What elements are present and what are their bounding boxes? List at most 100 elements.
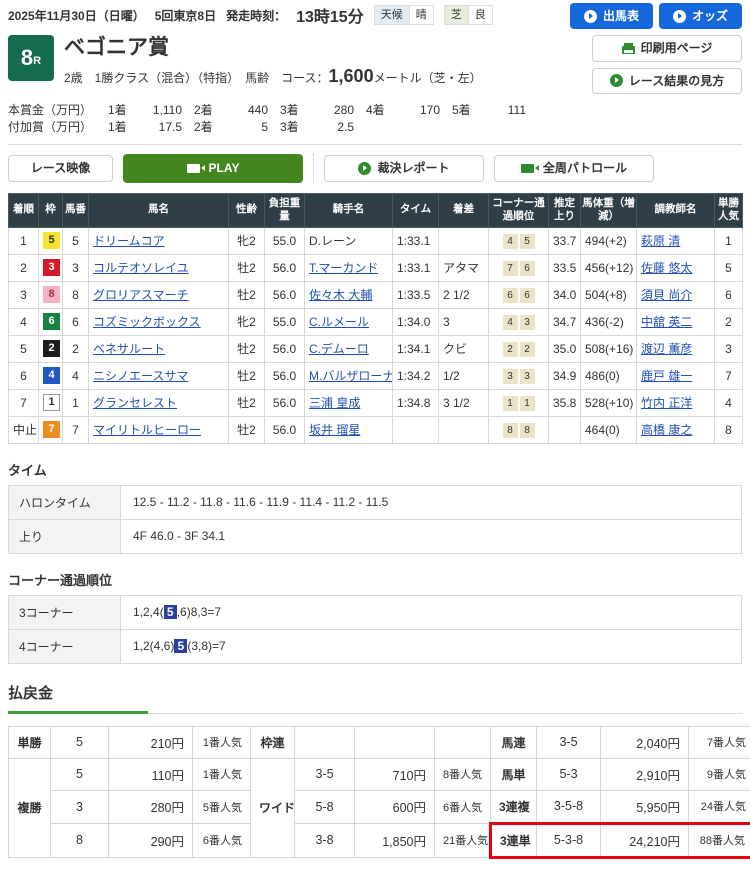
payout-favorite: 21番人気 bbox=[435, 823, 491, 857]
payout-favorite: 6番人気 bbox=[193, 823, 251, 857]
col-header-jockey: 騎手名 bbox=[305, 193, 393, 227]
race-date: 2025年11月30日（日曜） bbox=[8, 7, 145, 24]
jockey-name-link[interactable]: 三浦 皇成 bbox=[309, 396, 360, 410]
corner-pos: 1 bbox=[503, 396, 518, 411]
arrow-circle-icon bbox=[673, 10, 686, 23]
payout-amount: 110円 bbox=[109, 758, 193, 790]
horse-name-link[interactable]: ニシノエースサマ bbox=[93, 369, 188, 383]
col-header-time: タイム bbox=[393, 193, 439, 227]
corner-order-cell: 11 bbox=[489, 389, 549, 416]
horse-number: 6 bbox=[63, 308, 89, 335]
horse-name-link[interactable]: マイリトルヒーロー bbox=[93, 423, 201, 437]
topbar: 2025年11月30日（日曜） 5回東京8日 発走時刻： 13時15分 天候晴 … bbox=[8, 0, 742, 31]
horse-number: 3 bbox=[63, 254, 89, 281]
guide-button-label: レース結果の見方 bbox=[629, 74, 724, 88]
sex-age: 牝2 bbox=[229, 227, 265, 254]
corner-pos: 3 bbox=[503, 369, 518, 384]
jockey-name-link[interactable]: 佐々木 大輔 bbox=[309, 288, 372, 302]
main-prize-row: 本賞金（万円） 1着1,110 2着440 3着280 4着170 5着111 bbox=[8, 102, 742, 119]
corner-order-cell: 76 bbox=[489, 254, 549, 281]
horse-name-link[interactable]: グランセレスト bbox=[93, 396, 177, 410]
race-video-button[interactable]: レース映像 bbox=[8, 155, 113, 181]
corner-order-text: (3,8)=7 bbox=[187, 639, 225, 653]
race-header-buttons: 印刷用ページ レース結果の見方 bbox=[592, 35, 742, 94]
margin-cell: 3 1/2 bbox=[439, 389, 489, 416]
horse-name-link[interactable]: グロリアスマーチ bbox=[93, 288, 189, 302]
payout-favorite: 8番人気 bbox=[435, 758, 491, 790]
col-header-frame: 枠 bbox=[39, 193, 63, 227]
horse-name-link[interactable]: ベネサルート bbox=[93, 342, 165, 356]
margin-cell: 1/2 bbox=[439, 362, 489, 389]
jockey-cell: 三浦 皇成 bbox=[305, 389, 393, 416]
trainer-name-link[interactable]: 竹内 正洋 bbox=[641, 396, 692, 410]
race-video-label: レース映像 bbox=[31, 161, 90, 175]
prize-place: 1着 bbox=[108, 102, 136, 119]
trainer-name-link[interactable]: 中舘 英二 bbox=[641, 315, 692, 329]
furlong-time-row: ハロンタイム 12.5 - 11.2 - 11.8 - 11.6 - 11.9 … bbox=[9, 485, 742, 519]
prize-place: 2着 bbox=[194, 102, 222, 119]
result-guide-button[interactable]: レース結果の見方 bbox=[592, 68, 742, 94]
weather-label: 天候 bbox=[374, 5, 409, 25]
col-header-margin: 着差 bbox=[439, 193, 489, 227]
col-header-finish: 着順 bbox=[9, 193, 39, 227]
prize-place: 3着 bbox=[280, 119, 308, 136]
patrol-video-button[interactable]: 全周パトロール bbox=[494, 155, 654, 181]
horse-number: 2 bbox=[63, 335, 89, 362]
prize-place: 1着 bbox=[108, 119, 136, 136]
payout-section-title: 払戻金 bbox=[8, 682, 742, 703]
jockey-name-link[interactable]: T.マーカンド bbox=[309, 261, 378, 275]
frame-badge: 4 bbox=[43, 367, 60, 384]
winner-highlight: 5 bbox=[174, 639, 187, 653]
jockey-name-link[interactable]: M.バルザローナ bbox=[309, 369, 393, 383]
trainer-name-link[interactable]: 佐藤 悠太 bbox=[641, 261, 692, 275]
trainer-name-link[interactable]: 萩原 清 bbox=[641, 234, 680, 248]
horse-cell: コルテオソレイユ bbox=[89, 254, 229, 281]
time-cell: 1:33.1 bbox=[393, 227, 439, 254]
corner-pos: 6 bbox=[503, 288, 518, 303]
corner-order-cell: 22 bbox=[489, 335, 549, 362]
start-time: 13時15分 bbox=[296, 3, 364, 27]
payout-amount: 210円 bbox=[109, 726, 193, 758]
time-table: ハロンタイム 12.5 - 11.2 - 11.8 - 11.6 - 11.9 … bbox=[8, 485, 742, 554]
turf-label: 芝 bbox=[444, 5, 468, 25]
payout-row-highlighted: 8 290円 6番人気 3-8 1,850円 21番人気 3連単 5-3-8 2… bbox=[9, 823, 750, 857]
jockey-cell: 坂井 瑠星 bbox=[305, 416, 393, 443]
added-prize-label: 付加賞（万円） bbox=[8, 119, 96, 136]
horse-name-link[interactable]: コルテオソレイユ bbox=[93, 261, 189, 275]
trainer-name-link[interactable]: 渡辺 薫彦 bbox=[641, 342, 692, 356]
jockey-name-link[interactable]: 坂井 瑠星 bbox=[309, 423, 360, 437]
print-page-button[interactable]: 印刷用ページ bbox=[592, 35, 742, 61]
margin-cell: 2 1/2 bbox=[439, 281, 489, 308]
carried-weight: 56.0 bbox=[265, 281, 305, 308]
horse-name-link[interactable]: ドリームコア bbox=[93, 234, 165, 248]
carried-weight: 56.0 bbox=[265, 389, 305, 416]
jockey-name-link[interactable]: C.ルメール bbox=[309, 315, 369, 329]
entries-button[interactable]: 出馬表 bbox=[570, 3, 653, 29]
stewards-report-button[interactable]: 裁決レポート bbox=[324, 155, 484, 181]
race-title: ベゴニア賞 bbox=[64, 35, 482, 60]
corner-pos: 4 bbox=[503, 315, 518, 330]
corner-pos: 2 bbox=[520, 342, 535, 357]
bet-type-fukusho: 複勝 bbox=[9, 758, 51, 857]
payout-combination: 8 bbox=[51, 823, 109, 857]
jockey-cell: C.デムーロ bbox=[305, 335, 393, 362]
body-weight-cell: 464(0) bbox=[581, 416, 637, 443]
meeting-info: 5回東京8日 bbox=[155, 7, 216, 24]
payout-amount: 24,210円 bbox=[601, 823, 689, 857]
trainer-name-link[interactable]: 須貝 尚介 bbox=[641, 288, 692, 302]
trainer-name-link[interactable]: 鹿戸 雄一 bbox=[641, 369, 692, 383]
sex-age: 牡2 bbox=[229, 254, 265, 281]
prize-amount: 17.5 bbox=[136, 119, 182, 136]
horse-number: 8 bbox=[63, 281, 89, 308]
turf-condition-badge: 芝良 bbox=[444, 5, 493, 25]
trainer-name-link[interactable]: 高橋 康之 bbox=[641, 423, 692, 437]
frame-badge: 2 bbox=[43, 340, 60, 357]
payout-favorite: 1番人気 bbox=[193, 758, 251, 790]
prize-amount: 5 bbox=[222, 119, 268, 136]
frame-cell: 1 bbox=[39, 389, 63, 416]
odds-button[interactable]: オッズ bbox=[659, 3, 742, 29]
play-button[interactable]: PLAY bbox=[123, 154, 303, 182]
horse-name-link[interactable]: コズミックボックス bbox=[93, 315, 201, 329]
jockey-name-link[interactable]: C.デムーロ bbox=[309, 342, 369, 356]
margin-cell bbox=[439, 416, 489, 443]
